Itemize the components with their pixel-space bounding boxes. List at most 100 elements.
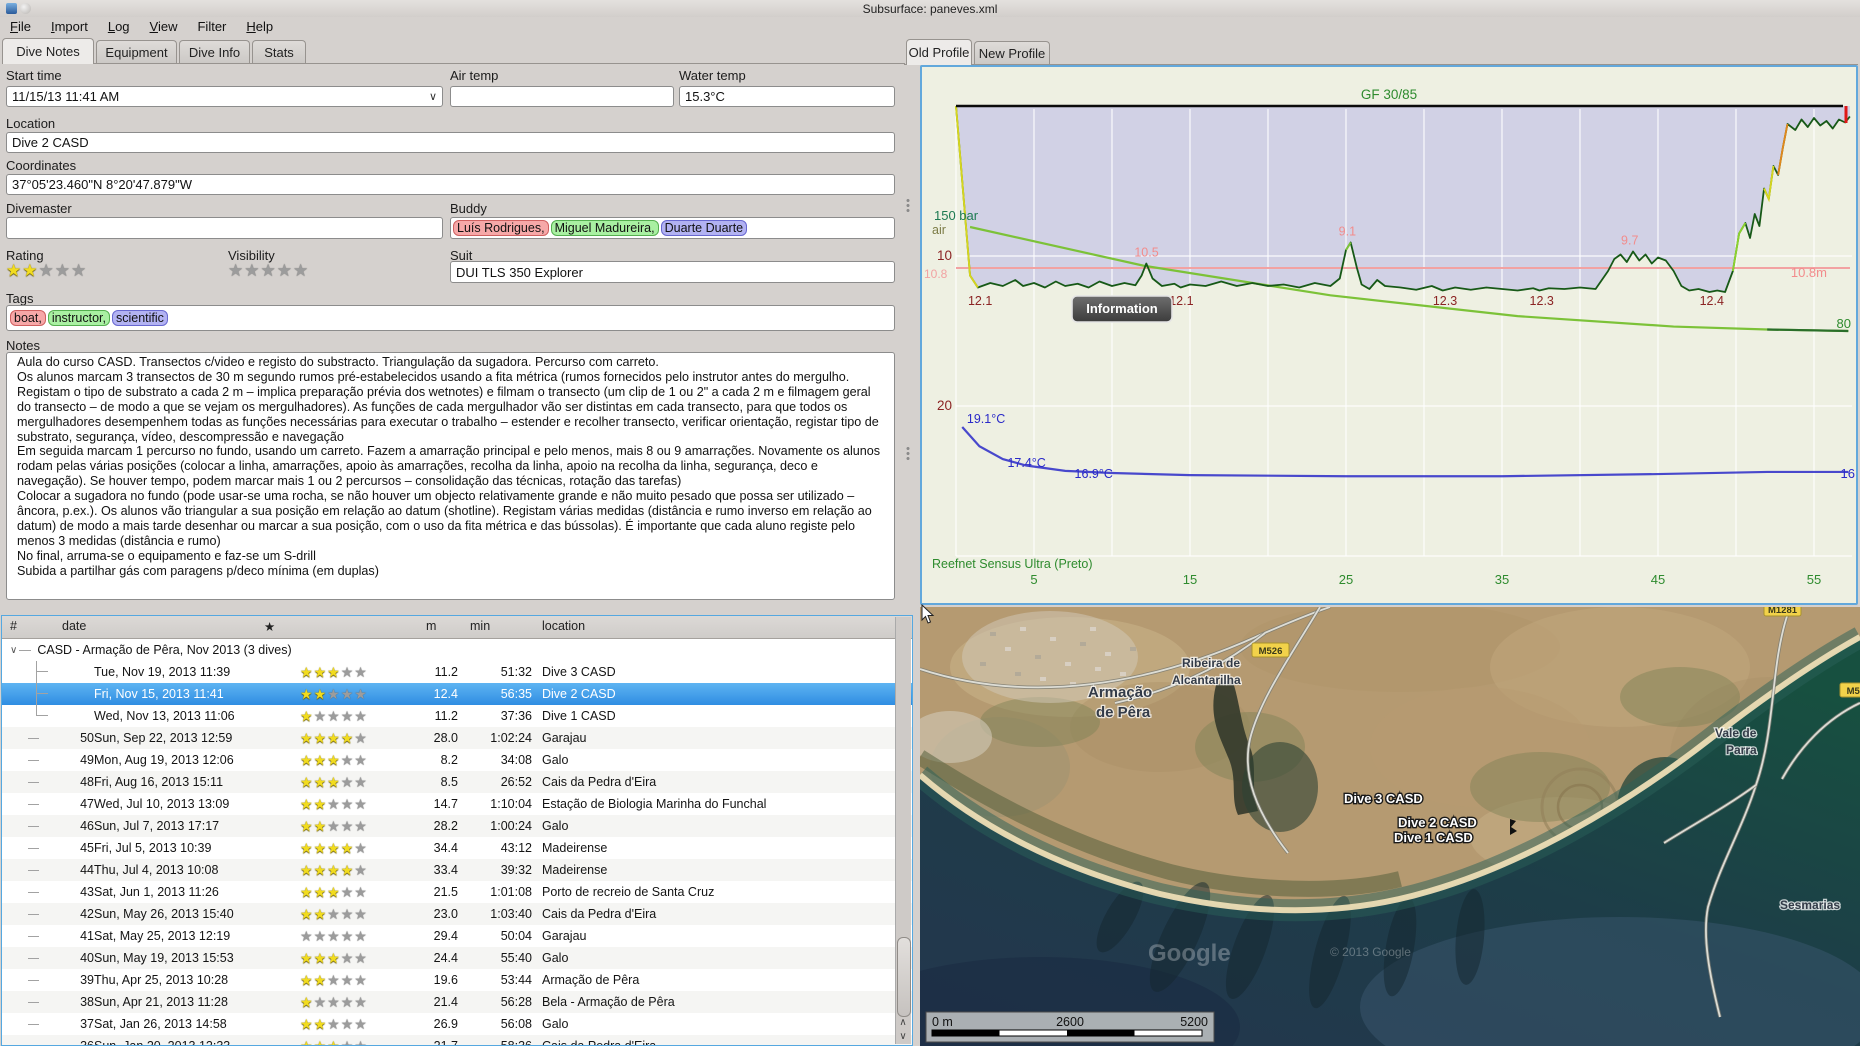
star-filled-icon: ★ [327,752,341,768]
map-canvas[interactable]: M526 M526 M1281 Google © 2013 Google Armação d… [920,607,1860,1046]
map-place-label: Parra [1726,743,1757,757]
tags-input[interactable]: boat, instructor, scientific [6,305,895,331]
star-filled-icon: ★ [300,862,314,878]
star-filled-icon: ★ [327,730,341,746]
svg-text:12.1: 12.1 [1169,294,1193,308]
dive-row[interactable]: 40 Sun, May 19, 2013 15:53 ★★★★★ 24.4 55:40 G… [2,947,912,969]
star-empty-icon: ★ [340,708,355,724]
svg-text:9.7: 9.7 [1621,234,1638,248]
dive-site-label: Dive 3 CASD [1344,791,1423,806]
dive-row[interactable]: 41 Sat, May 25, 2013 12:19 ★★★★★ 29.4 50:04 G… [2,925,912,947]
star-empty-icon: ★ [354,862,368,878]
star-empty-icon: ★ [293,261,310,280]
vertical-splitter[interactable] [913,38,920,1046]
svg-text:© 2013 Google: © 2013 Google [1330,945,1411,959]
menu-file[interactable]: File [0,17,41,36]
column-header-5[interactable]: location [542,619,585,633]
map-place-label: Alcantarilha [1172,673,1241,687]
dive-row[interactable]: 49 Mon, Aug 19, 2013 12:06 ★★★★★ 8.2 34:08 Ga… [2,749,912,771]
dive-list-scrollbar[interactable]: ∧ ∨ [895,617,911,1044]
dive-site-map[interactable]: M526 M526 M1281 Google © 2013 Google Armação d… [920,607,1860,1046]
column-header-4[interactable]: min [470,619,490,633]
column-header-0[interactable]: # [10,619,17,633]
star-filled-icon: ★ [327,862,341,878]
chevron-down-icon[interactable]: ∨ [429,90,437,103]
dive-row[interactable]: 44 Thu, Jul 4, 2013 10:08 ★★★★★ 33.4 39:32 Ma… [2,859,912,881]
dive-row[interactable]: 50 Sun, Sep 22, 2013 12:59 ★★★★★ 28.0 1:02:2… [2,727,912,749]
dive-row[interactable]: 38 Sun, Apr 21, 2013 11:28 ★★★★★ 21.4 56:28 B… [2,991,912,1013]
scroll-down-icon[interactable]: ∨ [896,1031,910,1044]
scroll-up-icon[interactable]: ∧ [896,1017,910,1030]
star-filled-icon: ★ [327,884,341,900]
star-empty-icon: ★ [313,708,328,724]
dive-row[interactable]: 46 Sun, Jul 7, 2013 17:17 ★★★★★ 28.2 1:00:24… [2,815,912,837]
dive-row[interactable]: 37 Sat, Jan 26, 2013 14:58 ★★★★★ 26.9 56:08 G… [2,1013,912,1035]
column-header-3[interactable]: m [426,619,436,633]
notes-input[interactable]: Aula do curso CASD. Transectos c/video e… [6,352,895,600]
air-temp-input[interactable] [450,86,674,107]
water-temp-label: Water temp [679,68,746,83]
star-empty-icon: ★ [327,796,341,812]
dive-list-header[interactable]: # date ★ m min location [2,616,912,639]
menu-import[interactable]: Import [41,17,98,36]
dive-row-selected[interactable]: Fri, Nov 15, 2013 11:41 ★★★★★ 12.4 56:35 Div… [2,683,912,705]
buddy-label: Buddy [450,201,487,216]
menu-log[interactable]: Log [98,17,140,36]
column-header-2[interactable]: ★ [264,619,275,634]
scrollbar-thumb[interactable] [897,937,911,1017]
svg-text:Google: Google [1148,940,1231,967]
star-filled-icon: ★ [300,664,314,680]
star-empty-icon: ★ [327,1016,341,1032]
svg-text:10.8m: 10.8m [1791,265,1827,280]
visibility-stars[interactable]: ★★★★★ [228,262,309,279]
coordinates-input[interactable]: 37°05'23.460"N 8°20'47.879"W [6,174,895,195]
rating-stars[interactable]: ★★★★★ [6,262,87,279]
buddy-input[interactable]: Luís Rodrigues, Miguel Madureira, Duarte D… [450,217,895,239]
location-input[interactable]: Dive 2 CASD [6,132,895,153]
tab-new-profile[interactable]: New Profile [974,41,1050,64]
star-empty-icon: ★ [354,1038,368,1046]
tab-equipment[interactable]: Equipment [96,40,177,63]
water-temp-input[interactable]: 15.3°C [679,86,895,107]
dive-row[interactable]: 36 Sun, Jan 20, 2013 12:33 ★★★★★ 21.7 58:36 C… [2,1035,912,1046]
star-filled-icon: ★ [300,972,314,988]
dive-row[interactable]: 42 Sun, May 26, 2013 15:40 ★★★★★ 23.0 1:03:4… [2,903,912,925]
star-filled-icon: ★ [327,1038,341,1046]
information-button[interactable]: Information [1071,295,1173,323]
star-empty-icon: ★ [327,818,341,834]
star-empty-icon: ★ [354,664,368,680]
dive-row[interactable]: 47 Wed, Jul 10, 2013 13:09 ★★★★★ 14.7 1:10:0… [2,793,912,815]
menu-view[interactable]: View [140,17,188,36]
star-empty-icon: ★ [354,928,368,944]
dive-row[interactable]: 39 Thu, Apr 25, 2013 10:28 ★★★★★ 19.6 53:44 A… [2,969,912,991]
dive-row[interactable]: 45 Fri, Jul 5, 2013 10:39 ★★★★★ 34.4 43:12 Ma… [2,837,912,859]
dive-row[interactable]: Wed, Nov 13, 2013 11:06 ★★★★★ 11.2 37:36 Div… [2,705,912,727]
dive-row[interactable]: 48 Fri, Aug 16, 2013 15:11 ★★★★★ 8.5 26:52 Ca… [2,771,912,793]
svg-text:19.1°C: 19.1°C [967,412,1005,426]
svg-text:15: 15 [1183,572,1197,587]
title-bar: Subsurface: paneves.xml [0,0,1860,17]
menu-help[interactable]: Help [236,17,283,36]
star-empty-icon: ★ [340,664,355,680]
tab-dive-notes[interactable]: Dive Notes [2,38,94,64]
dive-row[interactable]: 43 Sat, Jun 1, 2013 11:26 ★★★★★ 21.5 1:01:08… [2,881,912,903]
map-place-label: Ribeira de [1182,656,1240,670]
start-time-label: Start time [6,68,62,83]
menu-filter[interactable]: Filter [187,17,236,36]
dive-site-label: Dive 2 CASD [1398,815,1477,830]
collapse-chevron-icon[interactable]: ∨ [10,645,17,656]
star-empty-icon: ★ [313,994,328,1010]
tab-old-profile[interactable]: Old Profile [906,39,972,65]
star-empty-icon: ★ [354,972,368,988]
star-filled-icon: ★ [300,708,314,724]
star-empty-icon: ★ [340,994,355,1010]
tab-dive-info[interactable]: Dive Info [179,40,250,63]
star-empty-icon: ★ [354,1016,368,1032]
start-time-input[interactable]: 11/15/13 11:41 AM ∨ [6,86,443,107]
trip-group-row[interactable]: ∨ CASD - Armação de Pêra, Nov 2013 (3 di… [2,639,912,661]
column-header-1[interactable]: date [62,619,86,633]
dive-row[interactable]: Tue, Nov 19, 2013 11:39 ★★★★★ 11.2 51:32 Div… [2,661,912,683]
suit-input[interactable]: DUI TLS 350 Explorer [450,261,895,283]
tab-stats[interactable]: Stats [252,40,306,63]
divemaster-input[interactable] [6,217,443,239]
